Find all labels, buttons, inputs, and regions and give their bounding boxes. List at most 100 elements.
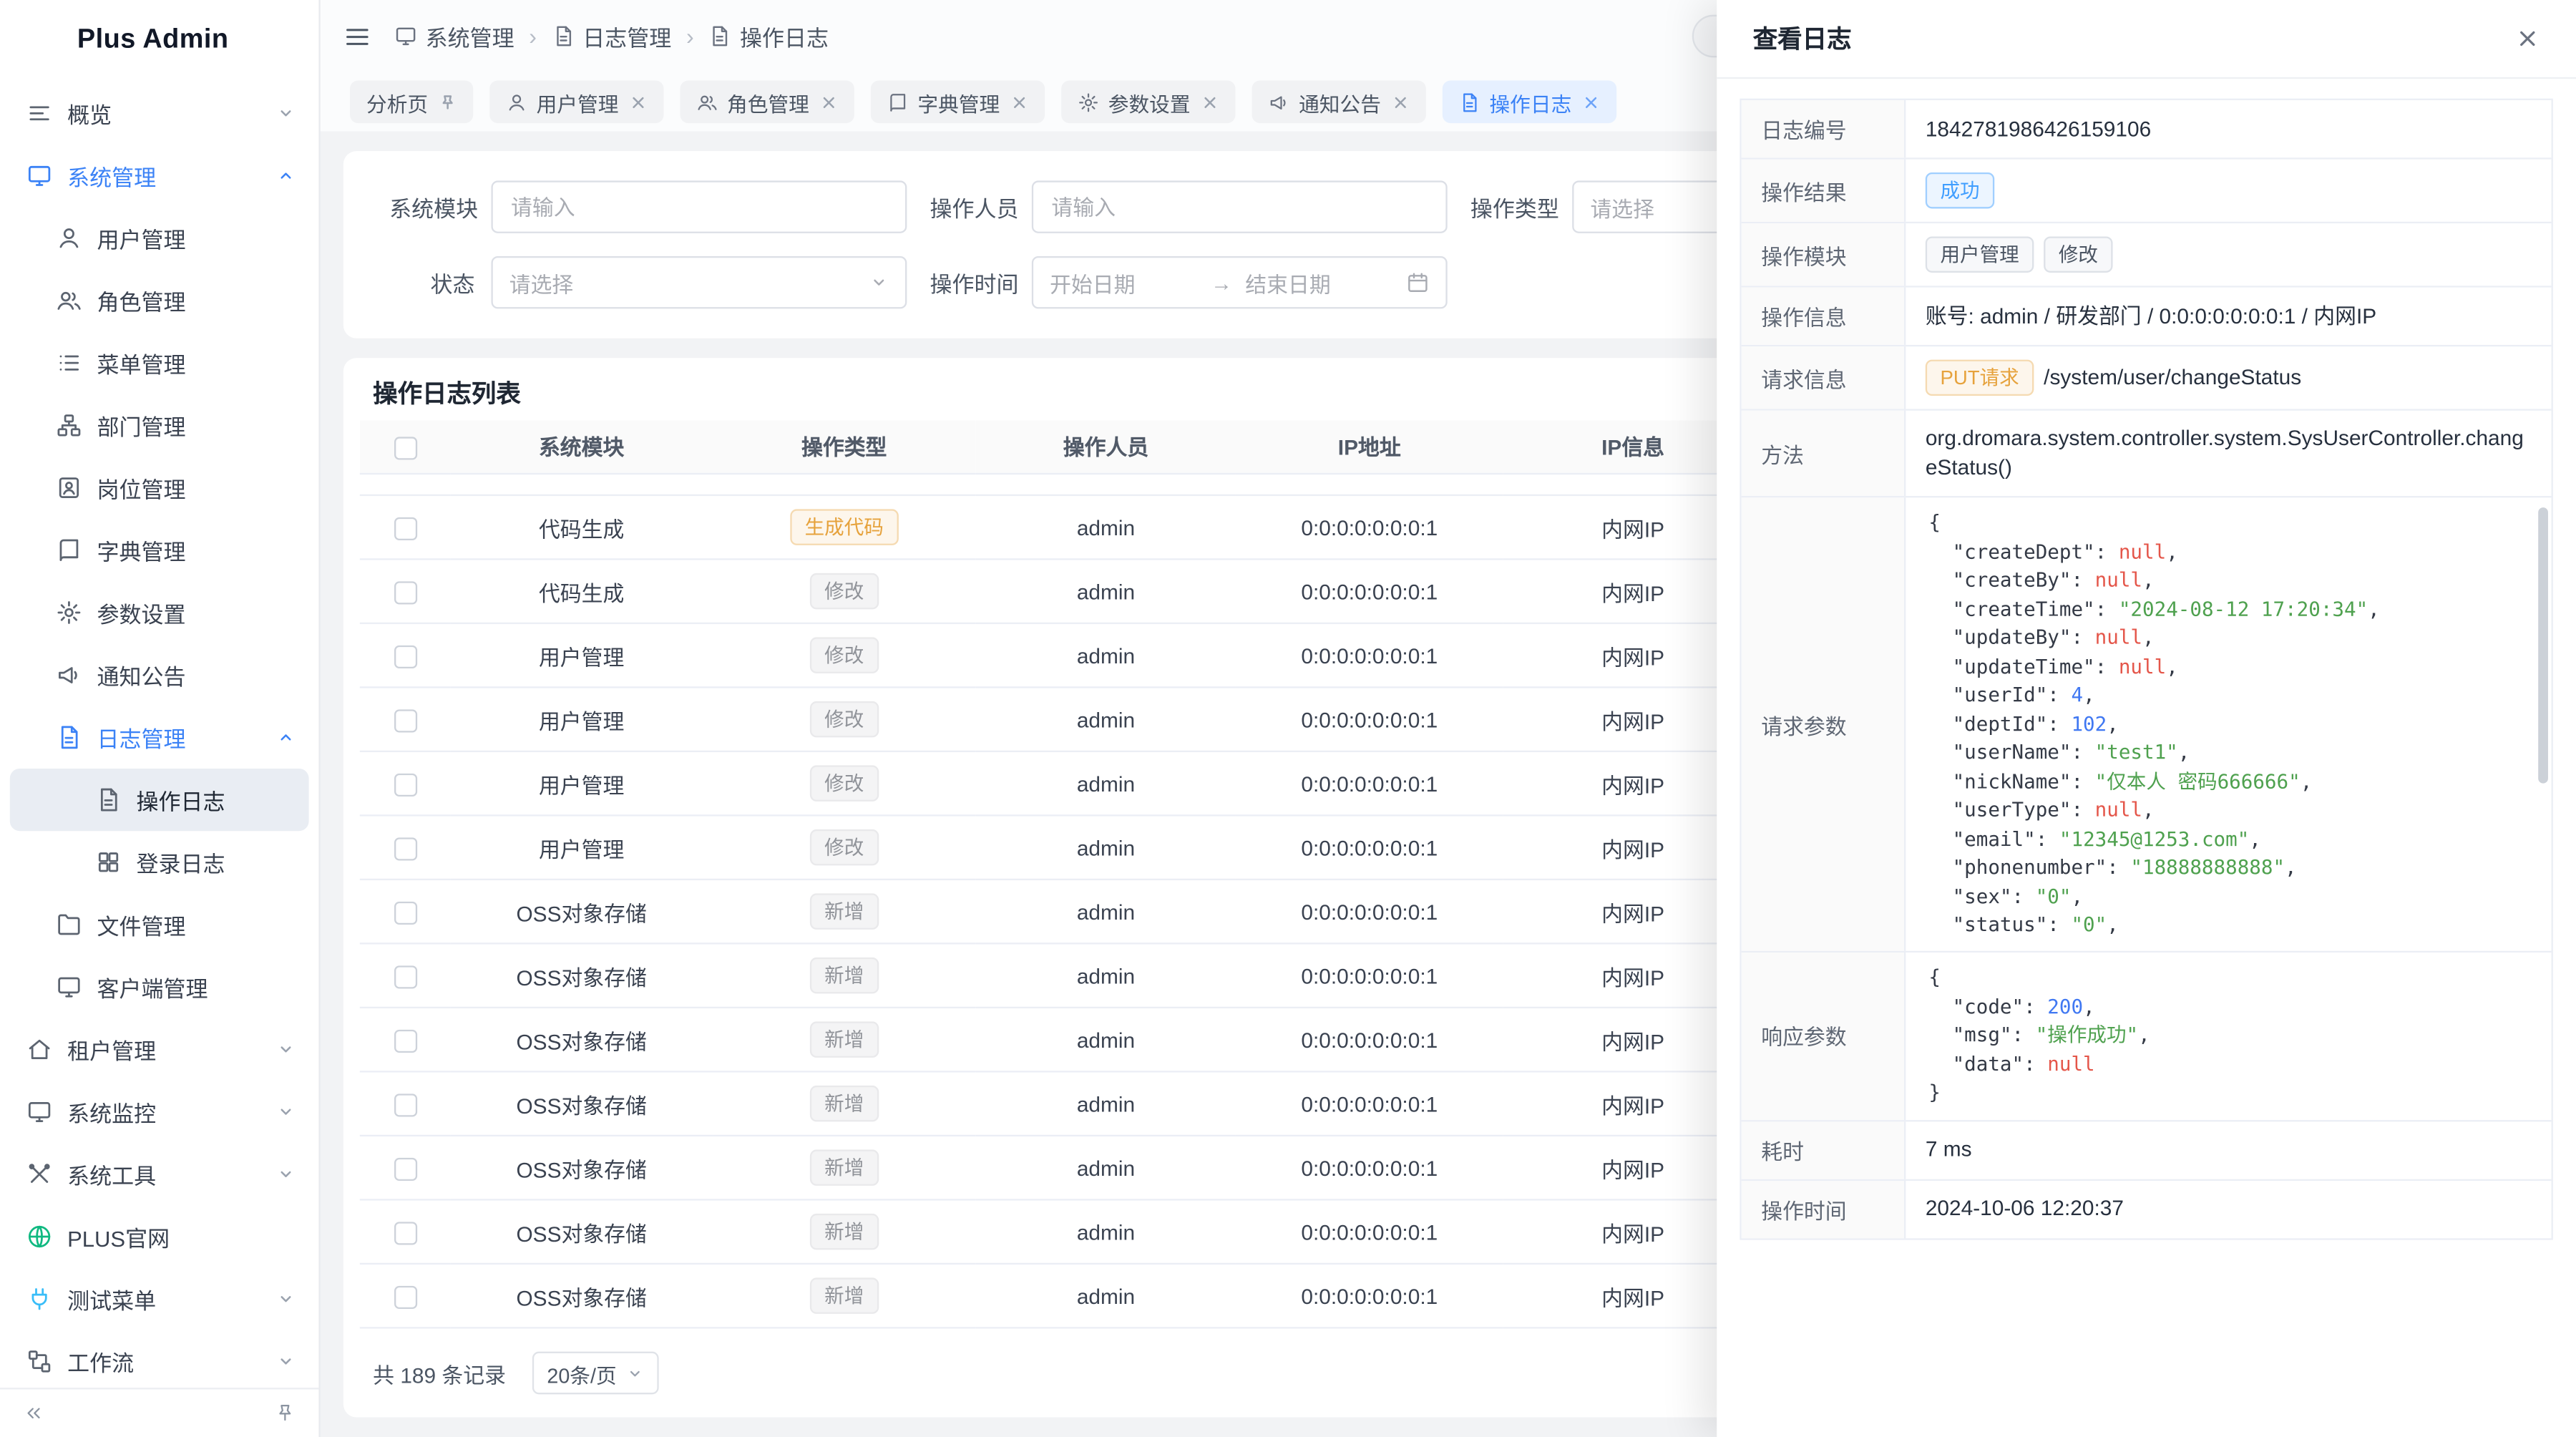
sidebar-item-operation-log[interactable]: 操作日志 — [10, 769, 309, 831]
cell-module: 用户管理 — [451, 623, 713, 687]
sidebar-item-file-mgmt[interactable]: 文件管理 — [10, 893, 309, 955]
pin-icon[interactable] — [438, 93, 456, 111]
hamburger-menu-icon[interactable] — [343, 22, 371, 50]
close-tab-icon[interactable] — [1010, 93, 1028, 111]
row-checkbox[interactable] — [394, 645, 416, 668]
row-checkbox[interactable] — [394, 1222, 416, 1244]
sidebar-item-log-mgmt[interactable]: 日志管理 — [10, 706, 309, 769]
sidebar-item-plus-website[interactable]: PLUS官网 — [10, 1205, 309, 1267]
sidebar-item-dept-mgmt[interactable]: 部门管理 — [10, 394, 309, 457]
module-tag: 修改 — [2044, 236, 2112, 272]
cell-module: 用户管理 — [451, 815, 713, 879]
row-checkbox[interactable] — [394, 517, 416, 540]
request-params-value[interactable]: { "createDept": null, "createBy": null, … — [1906, 497, 2551, 950]
row-checkbox[interactable] — [394, 773, 416, 796]
close-tab-icon[interactable] — [1391, 93, 1409, 111]
column-header-ip[interactable]: IP地址 — [1236, 419, 1503, 474]
users-icon — [56, 288, 82, 314]
plug-icon — [26, 1286, 53, 1312]
tab-user-mgmt[interactable]: 用户管理 — [489, 80, 663, 123]
breadcrumb-item-system-mgmt[interactable]: 系统管理 — [394, 20, 514, 53]
scrollbar-thumb[interactable] — [2538, 507, 2548, 784]
sidebar-item-param-settings[interactable]: 参数设置 — [10, 581, 309, 643]
row-checkbox[interactable] — [394, 901, 416, 924]
chevron-down-icon — [869, 273, 889, 293]
chevron-down-icon — [626, 1364, 644, 1382]
close-icon[interactable] — [2515, 26, 2540, 51]
sidebar-item-login-log[interactable]: 登录日志 — [10, 831, 309, 893]
sidebar-item-system-mgmt[interactable]: 系统管理 — [10, 145, 309, 207]
home-icon — [26, 1036, 53, 1063]
filter-label: 操作时间 — [930, 266, 1015, 299]
pin-sidebar-icon[interactable] — [274, 1403, 296, 1424]
sidebar-item-overview[interactable]: 概览 — [10, 82, 309, 145]
close-tab-icon[interactable] — [1581, 93, 1599, 111]
breadcrumb-item-operation-log[interactable]: 操作日志 — [708, 20, 829, 53]
tab-operation-log[interactable]: 操作日志 — [1442, 80, 1616, 123]
breadcrumb-item-log-mgmt[interactable]: 日志管理 — [552, 20, 672, 53]
cell-operator: admin — [976, 1136, 1236, 1199]
filter-module: 系统模块 — [389, 180, 907, 233]
tab-notice[interactable]: 通知公告 — [1252, 80, 1425, 123]
sidebar-item-dict-mgmt[interactable]: 字典管理 — [10, 519, 309, 581]
tab-analysis[interactable]: 分析页 — [350, 80, 472, 123]
method-value: org.dromara.system.controller.system.Sys… — [1926, 424, 2532, 483]
select-all-checkbox[interactable] — [394, 436, 416, 459]
type-tag: 修改 — [809, 573, 878, 609]
date-range-picker[interactable]: 开始日期 → 结束日期 — [1032, 256, 1448, 308]
sidebar-item-system-tools[interactable]: 系统工具 — [10, 1143, 309, 1205]
app-logo[interactable]: Plus Admin — [0, 0, 318, 79]
users-icon — [696, 91, 717, 112]
logo-icon — [24, 20, 64, 59]
cell-module: 用户管理 — [451, 751, 713, 815]
cell-module: 代码生成 — [451, 495, 713, 559]
page-size-select[interactable]: 20条/页 — [532, 1352, 660, 1395]
filter-label: 操作类型 — [1470, 190, 1556, 223]
tab-role-mgmt[interactable]: 角色管理 — [679, 80, 853, 123]
tab-dict-mgmt[interactable]: 字典管理 — [870, 80, 1044, 123]
cell-ip: 0:0:0:0:0:0:0:1 — [1236, 751, 1503, 815]
sidebar-item-notice[interactable]: 通知公告 — [10, 644, 309, 706]
collapse-sidebar-icon[interactable] — [23, 1403, 44, 1424]
column-header-module[interactable]: 系统模块 — [451, 419, 713, 474]
sidebar-item-workflow[interactable]: 工作流 — [10, 1330, 309, 1388]
tab-param-settings[interactable]: 参数设置 — [1060, 80, 1234, 123]
column-header-type[interactable]: 操作类型 — [713, 419, 976, 474]
sidebar-menu: 概览 系统管理 用户管理 角色管理 菜单管理 部门管理 岗位管理 字典管理 参数… — [0, 79, 318, 1388]
filter-status: 状态 请选择 — [389, 256, 907, 308]
row-checkbox[interactable] — [394, 1285, 416, 1308]
breadcrumb: 系统管理 › 日志管理 › 操作日志 — [394, 20, 829, 53]
sidebar-item-label: 系统工具 — [67, 1158, 156, 1191]
row-checkbox[interactable] — [394, 1093, 416, 1116]
chevron-down-icon — [276, 104, 296, 124]
sidebar-item-tenant-mgmt[interactable]: 租户管理 — [10, 1018, 309, 1081]
operator-input[interactable] — [1032, 180, 1448, 233]
row-checkbox[interactable] — [394, 1029, 416, 1052]
sidebar-item-user-mgmt[interactable]: 用户管理 — [10, 207, 309, 269]
close-tab-icon[interactable] — [628, 93, 646, 111]
column-header-operator[interactable]: 操作人员 — [976, 419, 1236, 474]
sidebar-item-post-mgmt[interactable]: 岗位管理 — [10, 457, 309, 519]
sidebar-item-label: 参数设置 — [97, 596, 185, 629]
sidebar-item-system-monitor[interactable]: 系统监控 — [10, 1081, 309, 1143]
chevron-up-icon — [276, 728, 296, 748]
sidebar-item-test-menu[interactable]: 测试菜单 — [10, 1268, 309, 1330]
row-checkbox[interactable] — [394, 1157, 416, 1180]
row-checkbox[interactable] — [394, 709, 416, 732]
sidebar-item-menu-mgmt[interactable]: 菜单管理 — [10, 332, 309, 394]
request-url-value: /system/user/changeStatus — [2044, 363, 2532, 392]
sidebar-item-label: 角色管理 — [97, 284, 185, 317]
status-select[interactable]: 请选择 — [491, 256, 907, 308]
sidebar-item-client-mgmt[interactable]: 客户端管理 — [10, 956, 309, 1018]
close-tab-icon[interactable] — [819, 93, 837, 111]
app-root: Plus Admin 概览 系统管理 用户管理 角色管理 菜单管理 部门管理 岗… — [0, 0, 2576, 1437]
row-checkbox[interactable] — [394, 837, 416, 860]
book-icon — [56, 537, 82, 563]
row-checkbox[interactable] — [394, 965, 416, 988]
detail-row-log-id: 日志编号 1842781986426159106 — [1742, 100, 2552, 160]
close-tab-icon[interactable] — [1200, 93, 1218, 111]
sidebar-item-role-mgmt[interactable]: 角色管理 — [10, 269, 309, 331]
sidebar-footer — [0, 1388, 318, 1437]
module-input[interactable] — [491, 180, 907, 233]
row-checkbox[interactable] — [394, 581, 416, 604]
